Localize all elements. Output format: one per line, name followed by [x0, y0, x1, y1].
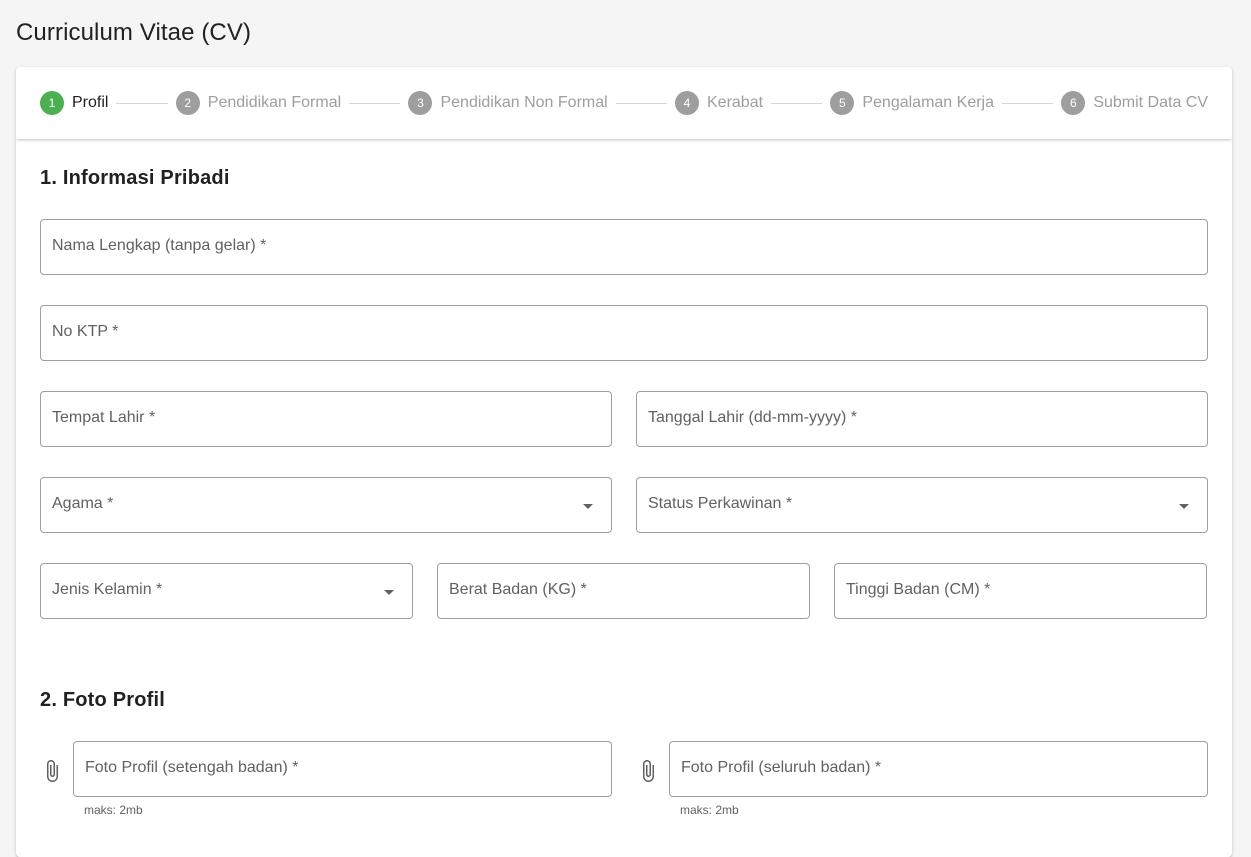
step-connector	[771, 102, 823, 104]
chevron-down-icon	[1179, 504, 1189, 509]
step-label: Pendidikan Formal	[207, 94, 342, 111]
birth-date-label: Tanggal Lahir (dd-mm-yyyy) *	[648, 409, 857, 426]
photo-full-body-label: Foto Profil (seluruh badan) *	[681, 759, 882, 776]
section-title-personal-info: 1. Informasi Pribadi	[40, 167, 230, 189]
weight-label: Berat Badan (KG) *	[449, 581, 587, 598]
full-name-label: Nama Lengkap (tanpa gelar) *	[52, 237, 267, 254]
step-label: Profil	[72, 94, 109, 111]
photo-half-body-input[interactable]: Foto Profil (setengah badan) *	[73, 741, 612, 797]
ktp-label: No KTP *	[52, 323, 119, 340]
marital-status-label: Status Perkawinan *	[648, 495, 793, 512]
birth-place-label: Tempat Lahir *	[52, 409, 156, 426]
step-pengalaman-kerja[interactable]: 5 Pengalaman Kerja	[830, 91, 994, 115]
paperclip-icon[interactable]	[40, 759, 64, 783]
step-label: Kerabat	[707, 94, 764, 111]
section-title-profile-photo: 2. Foto Profil	[40, 689, 166, 711]
photo-half-body-hint: maks: 2mb	[84, 803, 143, 817]
chevron-down-icon	[384, 590, 394, 595]
step-number: 4	[675, 91, 699, 115]
religion-select[interactable]: Agama *	[40, 477, 612, 533]
step-label: Submit Data CV	[1093, 94, 1209, 111]
step-number: 5	[830, 91, 855, 115]
step-label: Pengalaman Kerja	[862, 94, 994, 111]
ktp-field[interactable]: No KTP *	[40, 305, 1208, 361]
step-number: 3	[408, 91, 433, 115]
photo-full-body-input[interactable]: Foto Profil (seluruh badan) *	[669, 741, 1208, 797]
birth-date-field[interactable]: Tanggal Lahir (dd-mm-yyyy) *	[636, 391, 1208, 447]
cv-form-card: 1 Profil 2 Pendidikan Formal 3 Pendidika…	[16, 67, 1232, 857]
step-kerabat[interactable]: 4 Kerabat	[675, 91, 763, 115]
step-pendidikan-non-formal[interactable]: 3 Pendidikan Non Formal	[408, 91, 608, 115]
step-pendidikan-formal[interactable]: 2 Pendidikan Formal	[175, 91, 342, 115]
marital-status-select[interactable]: Status Perkawinan *	[636, 477, 1208, 533]
height-label: Tinggi Badan (CM) *	[846, 581, 991, 598]
photo-half-body-label: Foto Profil (setengah badan) *	[85, 759, 299, 776]
step-connector	[116, 102, 168, 104]
height-field[interactable]: Tinggi Badan (CM) *	[834, 563, 1207, 619]
paperclip-icon[interactable]	[636, 759, 660, 783]
step-profil[interactable]: 1 Profil	[40, 91, 108, 115]
religion-label: Agama *	[52, 495, 114, 512]
weight-field[interactable]: Berat Badan (KG) *	[437, 563, 810, 619]
step-submit-data-cv[interactable]: 6 Submit Data CV	[1061, 91, 1208, 115]
step-number: 1	[40, 91, 64, 115]
step-number: 6	[1061, 91, 1086, 115]
photo-full-body-hint: maks: 2mb	[680, 803, 739, 817]
stepper: 1 Profil 2 Pendidikan Formal 3 Pendidika…	[16, 67, 1232, 139]
gender-select[interactable]: Jenis Kelamin *	[40, 563, 413, 619]
full-name-field[interactable]: Nama Lengkap (tanpa gelar) *	[40, 219, 1208, 275]
chevron-down-icon	[583, 504, 593, 509]
step-connector	[349, 102, 401, 104]
gender-label: Jenis Kelamin *	[52, 581, 163, 598]
step-label: Pendidikan Non Formal	[440, 94, 608, 111]
birth-place-field[interactable]: Tempat Lahir *	[40, 391, 612, 447]
step-number: 2	[175, 91, 200, 115]
page-title: Curriculum Vitae (CV)	[16, 19, 252, 46]
step-connector	[1002, 102, 1054, 104]
step-connector	[615, 102, 667, 104]
